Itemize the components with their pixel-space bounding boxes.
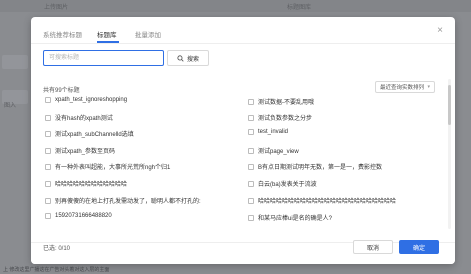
list-item[interactable]: 15920731666488820 bbox=[45, 213, 112, 219]
checkbox[interactable] bbox=[248, 214, 254, 221]
background-bottom-note: 上 修改这里广播这在广告对头着对这入层的主面 bbox=[3, 267, 110, 273]
list-item-label: 测试数据-不要乱用哦 bbox=[258, 100, 314, 106]
list-item-label: 测试xpath_参数至页码 bbox=[55, 149, 116, 155]
checkbox[interactable] bbox=[45, 163, 51, 170]
list-item[interactable]: test_invalid bbox=[248, 129, 288, 135]
checkbox[interactable] bbox=[248, 98, 254, 105]
checkbox[interactable] bbox=[248, 114, 254, 121]
scrollbar-thumb[interactable] bbox=[448, 85, 451, 125]
checkbox[interactable] bbox=[45, 97, 51, 103]
checkbox[interactable] bbox=[248, 163, 254, 170]
list-item[interactable]: 测试xpath_subChannelld选填 bbox=[45, 129, 134, 138]
list-item[interactable]: xpath_test_ignoreshopping bbox=[45, 97, 127, 103]
checkbox[interactable] bbox=[248, 180, 254, 187]
list-item[interactable]: 有一种外表叫超能，大事所光荒所ngh个归1 bbox=[45, 162, 170, 171]
list-item-label: 15920731666488820 bbox=[55, 213, 112, 219]
list-scrollbar[interactable] bbox=[448, 79, 451, 229]
list-item[interactable]: 哈哈哈哈哈哈哈哈哈哈哈哈 bbox=[45, 179, 127, 188]
close-icon[interactable]: × bbox=[435, 26, 445, 36]
list-item-label: 哈哈哈哈哈哈哈哈哈哈哈哈 bbox=[55, 182, 128, 188]
active-tab-indicator bbox=[97, 41, 119, 43]
list-item[interactable]: B有点日期测试明年无数，第一是一，费影控数 bbox=[248, 162, 382, 171]
search-button-label: 搜索 bbox=[186, 56, 199, 63]
list-item[interactable]: 和某马应棒ui是名的确是人? bbox=[248, 213, 332, 222]
tab-title-library[interactable]: 标题库 bbox=[97, 29, 117, 39]
background-side-box bbox=[2, 55, 28, 69]
list-item-label: 测试负数参数之分步 bbox=[258, 116, 313, 122]
list-item[interactable]: 测试负数参数之分步 bbox=[248, 113, 312, 122]
cancel-button[interactable]: 取消 bbox=[353, 240, 393, 254]
title-picker-modal: 系统推荐标题 标题库 批量添加 × 搜索 共有99个标题 最近查询实数排列 ▾ … bbox=[31, 17, 455, 264]
chevron-down-icon: ▾ bbox=[427, 84, 430, 90]
list-item-label: 白云(ba)发表关于流波 bbox=[258, 182, 317, 188]
checkbox[interactable] bbox=[248, 197, 254, 204]
sort-select-value: 最近查询实数排列 bbox=[380, 85, 425, 91]
tab-batch-add[interactable]: 批量添加 bbox=[135, 29, 161, 39]
list-item-label: 有一种外表叫超能，大事所光荒所ngh个归1 bbox=[55, 165, 171, 171]
checkbox[interactable] bbox=[248, 147, 254, 154]
search-icon bbox=[177, 54, 184, 62]
sort-select[interactable]: 最近查询实数排列 ▾ bbox=[375, 81, 435, 93]
list-item[interactable]: 哈哈哈哈哈哈哈哈哈哈哈哈哈哈哈哈哈哈哈哈哈哈哈 bbox=[248, 196, 396, 205]
checkbox[interactable] bbox=[45, 147, 51, 154]
list-item[interactable]: 白云(ba)发表关于流波 bbox=[248, 179, 317, 188]
modal-tabs: 系统推荐标题 标题库 批量添加 bbox=[31, 17, 455, 44]
checkbox[interactable] bbox=[45, 197, 51, 204]
background-title-label: 标题图库 bbox=[287, 5, 312, 11]
tab-system-recommended[interactable]: 系统推荐标题 bbox=[43, 29, 82, 39]
confirm-button[interactable]: 确定 bbox=[399, 240, 439, 254]
selected-count: 已选: 0/10 bbox=[43, 246, 71, 252]
list-item[interactable]: 测试数据-不要乱用哦 bbox=[248, 97, 314, 106]
background-side-label: 图入 bbox=[4, 103, 17, 109]
checkbox[interactable] bbox=[45, 130, 51, 137]
list-item-label: 哈哈哈哈哈哈哈哈哈哈哈哈哈哈哈哈哈哈哈哈哈哈哈 bbox=[258, 199, 397, 205]
list-item-label: 测试xpath_subChannelld选填 bbox=[55, 132, 134, 138]
list-item-label: 没有hash的xpath测试 bbox=[55, 116, 113, 122]
list-item[interactable]: 别再傻傻的在地上打孔发需动发了，聪明人都不打孔的: bbox=[45, 196, 201, 205]
list-item[interactable]: 没有hash的xpath测试 bbox=[45, 113, 113, 122]
search-button[interactable]: 搜索 bbox=[167, 50, 209, 66]
list-item-label: B有点日期测试明年无数，第一是一，费影控数 bbox=[258, 165, 383, 171]
background-upload-label: 上传图片 bbox=[44, 5, 69, 11]
list-item-label: 别再傻傻的在地上打孔发需动发了，聪明人都不打孔的: bbox=[55, 199, 201, 205]
background-top-bar bbox=[0, 0, 471, 12]
list-item-label: test_invalid bbox=[258, 129, 289, 135]
checkbox[interactable] bbox=[45, 180, 51, 187]
list-item[interactable]: 测试xpath_参数至页码 bbox=[45, 146, 115, 155]
list-item-label: 测试page_view bbox=[258, 149, 299, 155]
search-input[interactable] bbox=[43, 50, 164, 66]
checkbox[interactable] bbox=[45, 114, 51, 121]
list-item-label: xpath_test_ignoreshopping bbox=[55, 97, 128, 103]
checkbox[interactable] bbox=[248, 129, 254, 135]
checkbox[interactable] bbox=[45, 213, 51, 219]
list-item-label: 和某马应棒ui是名的确是人? bbox=[258, 216, 333, 222]
title-count: 共有99个标题 bbox=[43, 88, 80, 94]
list-item[interactable]: 测试page_view bbox=[248, 146, 299, 155]
